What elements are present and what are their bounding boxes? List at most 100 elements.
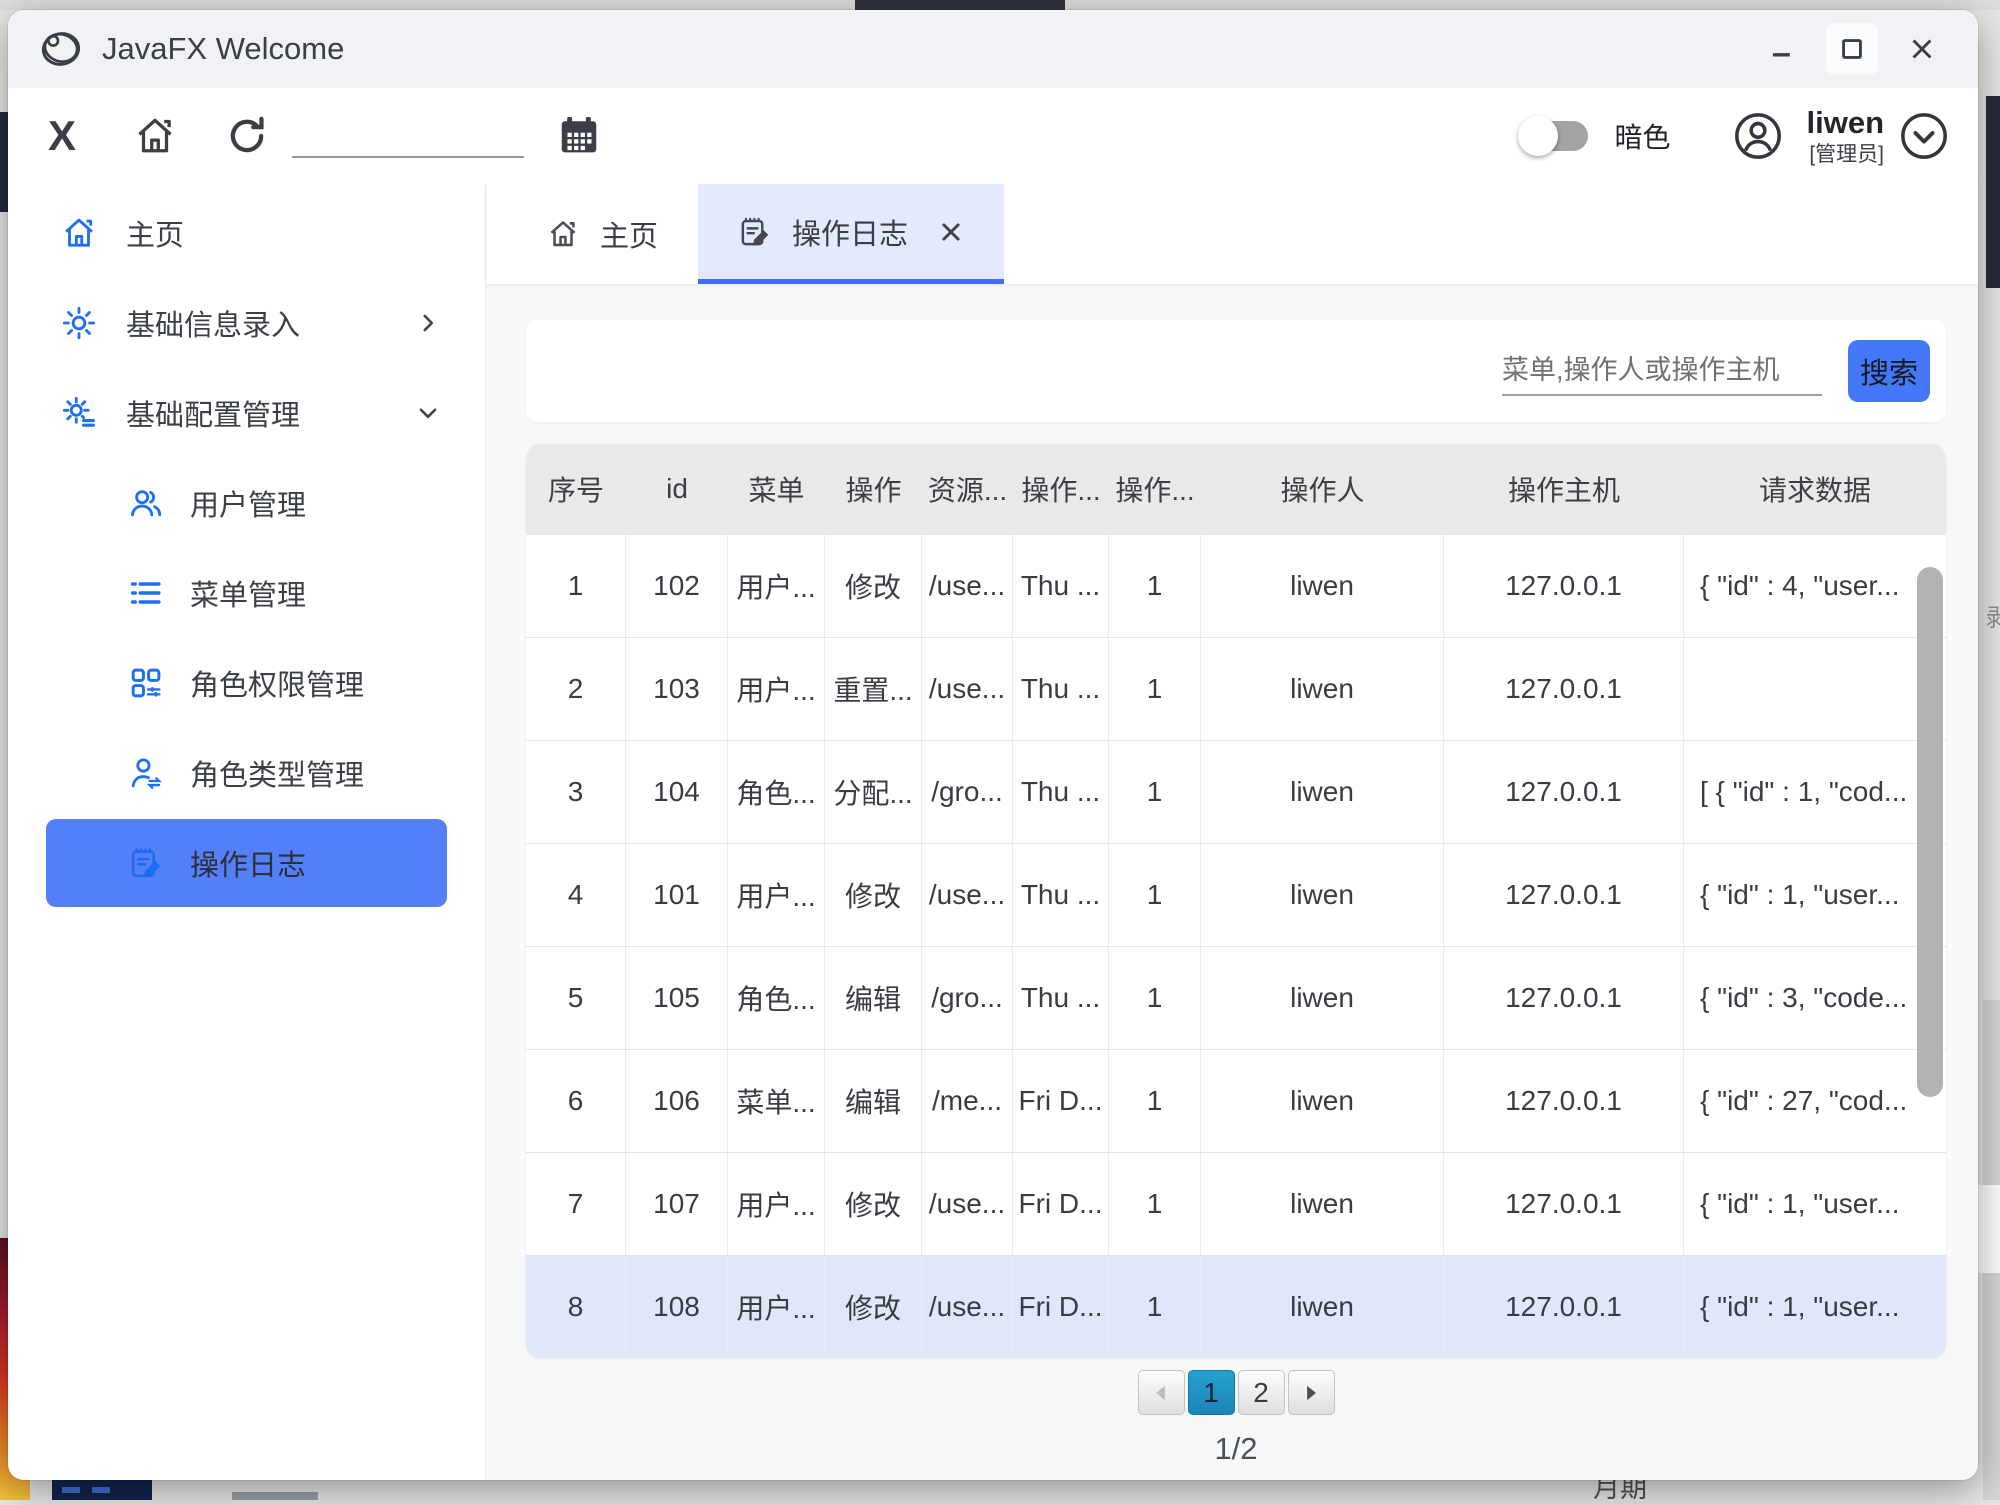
table-cell: liwen [1201, 947, 1444, 1049]
sidebar-item-user-mgmt[interactable]: 用户管理 [8, 458, 485, 548]
tab-home[interactable]: 主页 [506, 184, 698, 284]
sidebar: 主页 基础信息录入 基础配置管理 [8, 184, 486, 1480]
table-cell: 8 [526, 1256, 626, 1358]
gear-config-icon [60, 394, 98, 432]
table-cell: Thu ... [1013, 844, 1109, 946]
close-tab-glyph[interactable]: X [36, 112, 88, 160]
sidebar-item-label: 角色权限管理 [190, 662, 364, 704]
table-cell: { "id" : 1, "user... [1684, 844, 1946, 946]
table-cell: liwen [1201, 1050, 1444, 1152]
toolbar: X 暗色 [8, 88, 1978, 184]
sidebar-item-menu-mgmt[interactable]: 菜单管理 [8, 548, 485, 638]
home-icon [60, 214, 98, 252]
sidebar-item-operation-log[interactable]: 操作日志 [46, 819, 447, 907]
table-row[interactable]: 3104角色...分配.../gro...Thu ...1liwen127.0.… [526, 740, 1946, 843]
table-cell: 1 [526, 535, 626, 637]
search-bar: 搜索 [526, 320, 1946, 422]
table-cell: { "id" : 4, "user... [1684, 535, 1946, 637]
sidebar-item-role-permission-mgmt[interactable]: 角色权限管理 [8, 638, 485, 728]
operation-log-table: 序号id菜单操作资源...操作...操作...操作人操作主机请求数据 1102用… [526, 444, 1946, 1358]
table-header: 序号id菜单操作资源...操作...操作...操作人操作主机请求数据 [526, 444, 1946, 534]
sidebar-item-basic-info-entry[interactable]: 基础信息录入 [8, 278, 485, 368]
column-header[interactable]: 操作主机 [1444, 469, 1684, 509]
table-body: 1102用户...修改/use...Thu ...1liwen127.0.0.1… [526, 534, 1946, 1358]
table-cell: 2 [526, 638, 626, 740]
table-row[interactable]: 8108用户...修改/use...Fri D...1liwen127.0.0.… [526, 1255, 1946, 1358]
toggle-knob [1518, 116, 1558, 156]
user-menu-chevron-icon[interactable] [1898, 110, 1950, 162]
table-cell: 127.0.0.1 [1444, 741, 1684, 843]
table-cell: [ { "id" : 1, "cod... [1684, 741, 1946, 843]
table-cell: { "id" : 1, "user... [1684, 1153, 1946, 1255]
home-icon [546, 217, 580, 251]
next-page-button[interactable] [1288, 1370, 1335, 1415]
column-header[interactable]: 序号 [526, 469, 626, 509]
gear-icon [60, 304, 98, 342]
refresh-button[interactable] [222, 111, 272, 161]
table-row[interactable]: 5105角色...编辑/gro...Thu ...1liwen127.0.0.1… [526, 946, 1946, 1049]
title-bar: JavaFX Welcome [8, 10, 1978, 88]
table-cell: 105 [626, 947, 728, 1049]
table-cell: 编辑 [825, 1050, 922, 1152]
table-row[interactable]: 7107用户...修改/use...Fri D...1liwen127.0.0.… [526, 1152, 1946, 1255]
sidebar-item-label: 主页 [126, 212, 184, 254]
sidebar-item-home[interactable]: 主页 [8, 188, 485, 278]
tab-operation-log[interactable]: 操作日志 [698, 184, 1004, 284]
table-cell: /use... [922, 1256, 1013, 1358]
table-cell: { "id" : 3, "code... [1684, 947, 1946, 1049]
table-cell: 菜单... [728, 1050, 825, 1152]
background-artifact [1978, 1185, 2000, 1273]
user-avatar-icon[interactable] [1732, 110, 1784, 162]
table-cell: 107 [626, 1153, 728, 1255]
table-cell: 4 [526, 844, 626, 946]
column-header[interactable]: 操作 [825, 469, 922, 509]
table-cell: /use... [922, 535, 1013, 637]
user-info: liwen [管理员] [1806, 106, 1884, 165]
home-button[interactable] [130, 111, 180, 161]
column-header[interactable]: 操作... [1109, 469, 1201, 509]
table-cell: 修改 [825, 1153, 922, 1255]
column-header[interactable]: 菜单 [728, 469, 825, 509]
column-header[interactable]: 操作... [1013, 469, 1109, 509]
table-row[interactable]: 1102用户...修改/use...Thu ...1liwen127.0.0.1… [526, 534, 1946, 637]
minimize-button[interactable] [1756, 23, 1808, 75]
prev-page-button[interactable] [1138, 1370, 1185, 1415]
table-cell: 102 [626, 535, 728, 637]
users-icon [128, 485, 164, 521]
notepad-edit-icon [128, 845, 164, 881]
table-cell: 1 [1109, 535, 1201, 637]
page-button-1[interactable]: 1 [1188, 1370, 1235, 1415]
grid-settings-icon [128, 665, 164, 701]
table-cell: Thu ... [1013, 741, 1109, 843]
table-cell: 127.0.0.1 [1444, 947, 1684, 1049]
column-header[interactable]: id [626, 473, 728, 505]
table-cell: 104 [626, 741, 728, 843]
table-cell: 1 [1109, 741, 1201, 843]
table-cell: 108 [626, 1256, 728, 1358]
maximize-button[interactable] [1826, 23, 1878, 75]
sidebar-item-role-type-mgmt[interactable]: 角色类型管理 [8, 728, 485, 818]
table-cell: /use... [922, 638, 1013, 740]
background-artifact [232, 1492, 318, 1500]
search-input[interactable] [1502, 346, 1822, 396]
dark-mode-toggle[interactable] [1522, 121, 1588, 151]
column-header[interactable]: 操作人 [1201, 469, 1444, 509]
calendar-icon[interactable] [554, 111, 604, 161]
table-cell: 1 [1109, 947, 1201, 1049]
table-cell: liwen [1201, 1153, 1444, 1255]
sidebar-item-basic-config-mgmt[interactable]: 基础配置管理 [8, 368, 485, 458]
tab-close-icon[interactable] [938, 219, 964, 245]
page-button-2[interactable]: 2 [1238, 1370, 1285, 1415]
background-artifact [52, 1480, 152, 1500]
column-header[interactable]: 资源... [922, 469, 1013, 509]
table-row[interactable]: 4101用户...修改/use...Thu ...1liwen127.0.0.1… [526, 843, 1946, 946]
close-button[interactable] [1896, 23, 1948, 75]
toolbar-input[interactable] [292, 114, 524, 158]
search-button[interactable]: 搜索 [1848, 340, 1930, 402]
table-row[interactable]: 6106菜单...编辑/me...Fri D...1liwen127.0.0.1… [526, 1049, 1946, 1152]
table-cell: 1 [1109, 638, 1201, 740]
table-cell: { "id" : 27, "cod... [1684, 1050, 1946, 1152]
column-header[interactable]: 请求数据 [1684, 469, 1946, 509]
table-row[interactable]: 2103用户...重置.../use...Thu ...1liwen127.0.… [526, 637, 1946, 740]
table-vertical-scrollbar[interactable] [1917, 567, 1943, 1097]
